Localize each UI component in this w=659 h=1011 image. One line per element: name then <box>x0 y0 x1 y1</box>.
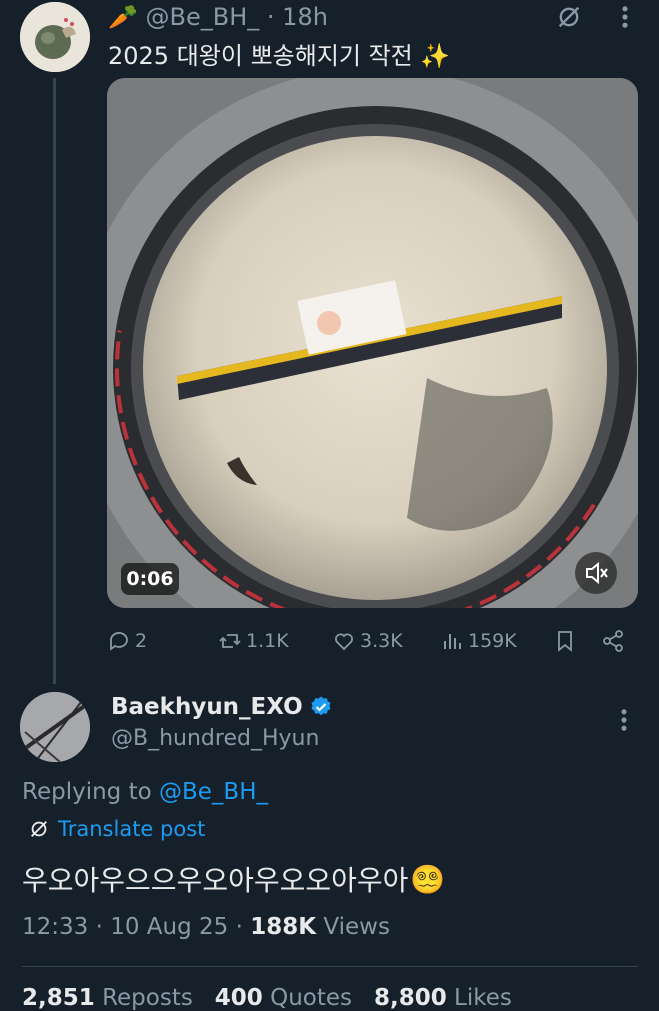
avatar[interactable] <box>20 2 90 72</box>
replying-to-link[interactable]: @Be_BH_ <box>159 779 268 805</box>
mute-button[interactable] <box>575 552 617 594</box>
repost-count: 1.1K <box>246 630 289 652</box>
author-name-row[interactable]: Baekhyun_EXO <box>111 694 333 720</box>
tweet-text-content: 2025 대왕이 뽀송해지기 작전 <box>108 42 413 70</box>
repost-icon <box>219 634 241 648</box>
views-count: 159K <box>468 630 517 652</box>
author-handle[interactable]: @Be_BH_ <box>146 3 260 31</box>
translate-label[interactable]: Translate post <box>58 817 205 841</box>
replying-prefix: Replying to <box>22 779 159 805</box>
washing-machine-video-frame <box>107 78 638 608</box>
author-handle[interactable]: @B_hundred_Hyun <box>111 726 319 751</box>
tweet-header: 🥕 @Be_BH_ · 18h <box>108 3 328 31</box>
tweet-text-content: 우오아우으으우오아우오오아우아 <box>22 864 409 897</box>
views-chart-icon <box>444 634 461 649</box>
speaker-muted-icon <box>586 561 608 585</box>
sparkle-emoji: ✨ <box>420 42 451 70</box>
views-button[interactable]: 159K <box>440 626 517 656</box>
avatar-image <box>20 692 90 762</box>
video-player[interactable] <box>107 78 638 608</box>
grok-icon[interactable] <box>555 3 583 37</box>
quotes-label[interactable]: Quotes <box>263 985 352 1011</box>
reply-icon <box>110 632 128 651</box>
bookmark-button[interactable] <box>553 626 577 656</box>
views-count: 188K <box>250 914 317 940</box>
grok-icon <box>31 821 47 837</box>
views-label: Views <box>316 914 390 940</box>
video-timer: 0:06 <box>121 563 179 595</box>
verified-badge-icon <box>311 696 331 716</box>
like-count: 3.3K <box>360 630 403 652</box>
translate-post-link[interactable]: Translate post <box>28 817 205 841</box>
more-options-icon[interactable] <box>614 706 634 738</box>
author-name[interactable]: Baekhyun_EXO <box>111 694 303 720</box>
carrot-emoji: 🥕 <box>108 3 138 31</box>
avatar[interactable] <box>20 692 90 762</box>
likes-label[interactable]: Likes <box>447 985 512 1011</box>
tweet-timestamp[interactable]: 12:33 · 10 Aug 25 · <box>22 914 250 940</box>
repost-button[interactable]: 1.1K <box>218 626 289 656</box>
more-options-icon[interactable] <box>615 3 635 37</box>
tweet-text: 우오아우으으우오아우오오아우아 😵‍💫 <box>22 859 445 899</box>
divider <box>22 966 638 967</box>
dizzy-face-emoji: 😵‍💫 <box>410 862 446 896</box>
like-button[interactable]: 3.3K <box>332 626 403 656</box>
replying-to: Replying to @Be_BH_ <box>22 779 268 805</box>
tweet-text: 2025 대왕이 뽀송해지기 작전 ✨ <box>108 36 450 71</box>
avatar-image <box>20 2 90 72</box>
reply-button[interactable]: 2 <box>107 626 147 656</box>
tweet-meta: 12:33 · 10 Aug 25 · 188K Views <box>22 914 390 940</box>
heart-icon <box>335 633 353 651</box>
tweet-time[interactable]: · 18h <box>267 3 328 31</box>
share-button[interactable] <box>601 626 625 656</box>
quotes-count[interactable]: 400 <box>215 985 263 1011</box>
reply-count: 2 <box>135 630 148 652</box>
reposts-count[interactable]: 2,851 <box>22 985 95 1011</box>
thread-line <box>53 78 56 684</box>
engagement-stats: 2,851 Reposts 400 Quotes 8,800 Likes <box>22 985 512 1011</box>
bookmark-icon <box>558 631 572 652</box>
reposts-label[interactable]: Reposts <box>95 985 193 1011</box>
likes-count[interactable]: 8,800 <box>374 985 447 1011</box>
share-icon <box>603 630 623 652</box>
